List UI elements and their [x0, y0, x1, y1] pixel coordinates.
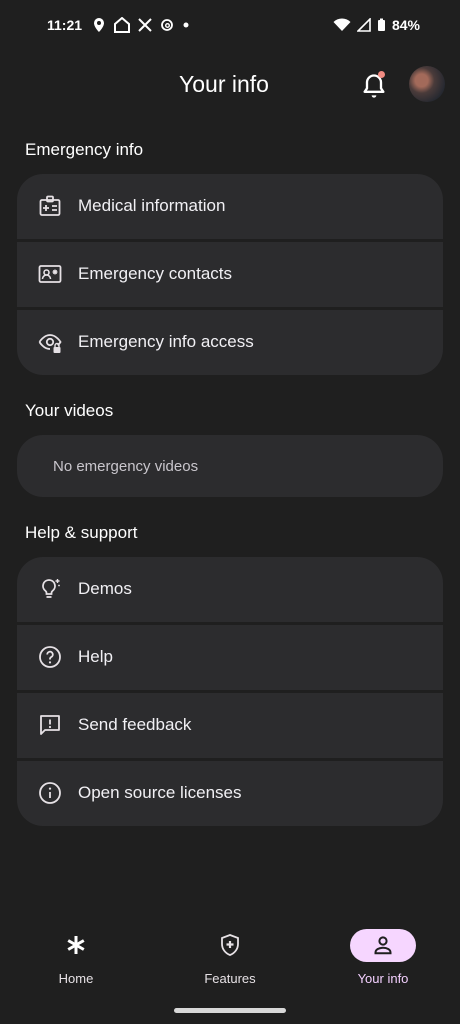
avatar[interactable]	[409, 66, 445, 102]
list-item-emergency-contacts[interactable]: Emergency contacts	[17, 242, 443, 307]
demos-label: Demos	[78, 579, 132, 598]
send-feedback-label: Send feedback	[78, 715, 192, 734]
nav-tab-your-info[interactable]: Your info	[323, 925, 443, 995]
nav-tab-features[interactable]: Features	[170, 925, 290, 995]
list-item-send-feedback[interactable]: Send feedback	[17, 693, 443, 758]
battery-icon	[377, 18, 385, 31]
x-app-icon	[138, 18, 152, 32]
no-videos-text: No emergency videos	[53, 458, 199, 475]
nav-tab-home[interactable]: Home	[16, 925, 136, 995]
list-item-medical-information[interactable]: Medical information	[17, 174, 443, 239]
medical-id-icon	[39, 195, 61, 216]
location-icon	[94, 18, 104, 32]
feedback-icon	[40, 715, 60, 735]
home-indicator[interactable]	[174, 1008, 286, 1013]
section-header-your-videos: Your videos	[25, 401, 114, 420]
threads-icon	[161, 19, 173, 31]
person-icon	[374, 936, 392, 955]
emergency-info-access-label: Emergency info access	[78, 332, 254, 351]
home-status-icon	[114, 17, 130, 33]
notification-badge	[378, 71, 385, 78]
videos-card: No emergency videos	[17, 435, 443, 497]
list-item-emergency-info-access[interactable]: Emergency info access	[17, 310, 443, 375]
status-time: 11:21	[47, 17, 83, 33]
nav-label-your-info: Your info	[357, 971, 409, 986]
battery-percent: 84%	[391, 17, 420, 33]
nav-label-home: Home	[58, 971, 94, 986]
open-source-licenses-label: Open source licenses	[78, 783, 242, 802]
emergency-contacts-label: Emergency contacts	[78, 264, 233, 283]
wifi-icon	[333, 18, 351, 31]
lightbulb-icon	[42, 579, 60, 598]
app-bar: Your info	[0, 60, 460, 110]
info-icon	[39, 782, 61, 804]
asterisk-icon	[67, 936, 85, 954]
cell-signal-icon	[356, 18, 371, 32]
eye-lock-icon	[38, 334, 62, 353]
more-notifications-dot-icon	[183, 22, 189, 28]
status-notification-icons	[92, 17, 190, 33]
nav-label-features: Features	[204, 971, 256, 986]
list-item-open-source-licenses[interactable]: Open source licenses	[17, 761, 443, 826]
section-header-emergency-info: Emergency info	[25, 140, 144, 159]
help-circle-icon	[39, 646, 61, 668]
shield-plus-icon	[221, 934, 239, 956]
status-system-icons: 84%	[333, 17, 420, 33]
list-item-demos[interactable]: Demos	[17, 557, 443, 622]
medical-information-label: Medical information	[78, 196, 226, 215]
list-item-help[interactable]: Help	[17, 625, 443, 690]
status-bar: 11:21 84%	[0, 0, 460, 52]
contact-card-icon	[38, 265, 62, 283]
section-header-help-support: Help & support	[25, 523, 138, 542]
help-label: Help	[78, 647, 113, 666]
